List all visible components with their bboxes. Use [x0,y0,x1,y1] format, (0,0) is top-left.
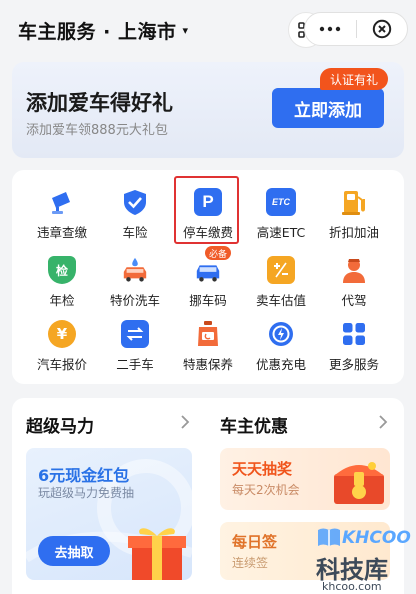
service-label: 折扣加油 [328,225,379,240]
car-wash-icon [121,256,149,284]
service-more[interactable]: 更多服务 [316,320,392,386]
add-car-banner[interactable]: 添加爱车得好礼 添加爱车领888元大礼包 立即添加 认证有礼 [12,62,404,158]
daily-lottery-card[interactable]: 天天抽奖 每天2次机会 [220,448,390,510]
treasure-chest-icon [334,462,384,504]
service-discount-fuel[interactable]: 折扣加油 [316,188,392,254]
promo-subtitle: 玩超级马力免费抽 [38,486,135,500]
service-car-valuation[interactable]: 卖车估值 [243,256,319,322]
draw-button[interactable]: 去抽取 [38,536,110,566]
service-insurance[interactable]: 车险 [97,188,173,254]
super-mario-title: 超级马力 [26,417,94,437]
page-title: 车主服务 · 上海市 [18,21,177,43]
service-designated-driver[interactable]: 代驾 [316,256,392,322]
banner-title: 添加爱车得好礼 [26,91,173,115]
service-car-price[interactable]: ¥ 汽车报价 [24,320,100,386]
watermark-logo: KHCOO 科技库 khcoo.com [312,526,412,593]
calculator-icon [267,256,295,284]
book-logo-icon [318,528,340,546]
chevron-down-icon: ▾ [182,24,188,37]
camera-icon [48,188,76,216]
close-button[interactable] [356,13,407,45]
inspection-icon: 检 [48,256,76,284]
service-car-wash[interactable]: 特价洗车 [97,256,173,322]
mini-program-capsule [304,12,408,46]
city-selector[interactable]: 车主服务 · 上海市 ▾ [18,17,188,44]
service-label: 更多服务 [328,357,379,372]
cash-redpacket-card[interactable]: 6元现金红包 玩超级马力免费抽 去抽取 [26,448,192,580]
service-charging[interactable]: 优惠充电 [243,320,319,386]
more-button[interactable] [305,13,356,45]
inspection-icon-glyph: 检 [55,263,68,278]
grid-icon [340,320,368,348]
shield-check-icon [121,188,149,216]
top-bar: 车主服务 · 上海市 ▾ [0,0,416,60]
price-icon-glyph: ¥ [56,325,68,343]
charging-icon [267,320,295,348]
add-car-button[interactable]: 立即添加 [272,88,384,128]
price-icon: ¥ [48,320,76,348]
etc-icon-glyph: ETC [272,197,290,207]
watermark-brand: KHCOO [342,528,411,548]
service-traffic-violation[interactable]: 违章查缴 [24,188,100,254]
promo-title: 6元现金红包 [38,466,130,485]
etc-icon: ETC [266,188,296,216]
watermark-url: khcoo.com [322,580,382,593]
promo-subtitle: 连续签 [232,556,269,570]
service-annual-inspection[interactable]: 检 年检 [24,256,100,322]
service-highway-etc[interactable]: ETC 高速ETC [243,188,319,254]
service-used-car[interactable]: 二手车 [97,320,173,386]
certify-badge: 认证有礼 [320,68,389,90]
promo-title: 每日签 [232,533,278,551]
service-label: 代驾 [341,293,367,308]
promo-subtitle: 每天2次机会 [232,483,300,497]
more-dots-icon [320,26,341,32]
chevron-right-icon[interactable] [378,414,388,433]
owner-deals-title: 车主优惠 [220,417,288,437]
move-car-icon [194,256,222,284]
parking-highlight-frame [174,176,239,244]
oil-can-icon [194,320,222,348]
banner-subtitle: 添加爱车领888元大礼包 [26,123,168,138]
must-have-tag: 必备 [205,246,232,260]
service-move-car-code[interactable]: 挪车码 [170,256,246,322]
chevron-right-icon[interactable] [180,414,190,433]
driver-icon [340,256,368,284]
gift-box-icon [128,528,186,580]
promo-title: 天天抽奖 [232,460,293,478]
close-icon [372,19,391,39]
fuel-pump-icon [340,188,368,216]
used-car-icon [121,320,149,348]
service-maintenance[interactable]: 特惠保养 [170,320,246,386]
